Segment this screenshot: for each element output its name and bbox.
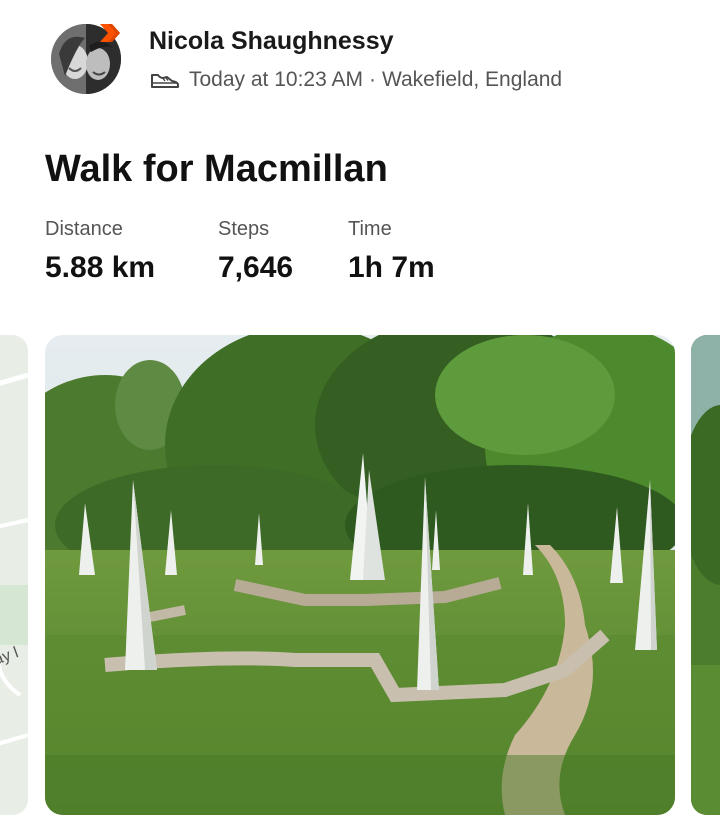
stat-value: 1h 7m xyxy=(348,251,435,284)
stat-value: 5.88 km xyxy=(45,251,156,284)
meta-separator: · xyxy=(368,68,376,91)
activity-meta: Today at 10:23 AM · Wakefield, England xyxy=(149,66,562,94)
athlete-name[interactable]: Nicola Shaughnessy xyxy=(149,27,394,56)
stat-time: Time 1h 7m xyxy=(348,218,435,285)
activity-title[interactable]: Walk for Macmillan xyxy=(45,148,388,191)
activity-location: Wakefield, England xyxy=(381,68,563,91)
media-carousel[interactable]: ay l xyxy=(0,335,720,815)
stat-label: Steps xyxy=(218,218,270,240)
activity-header: Nicola Shaughnessy Today at 10:23 AM · W… xyxy=(0,0,720,120)
activity-time: Today at 10:23 AM xyxy=(189,68,363,91)
route-map-thumbnail[interactable]: ay l xyxy=(0,335,28,815)
subscriber-badge-icon xyxy=(98,20,124,46)
next-photo-thumbnail[interactable] xyxy=(691,335,720,815)
stat-value: 7,646 xyxy=(218,251,294,284)
stat-steps: Steps 7,646 xyxy=(218,218,293,285)
stat-label: Distance xyxy=(45,218,123,240)
shoe-icon xyxy=(149,69,181,91)
activity-photo[interactable] xyxy=(45,335,675,815)
stat-distance: Distance 5.88 km xyxy=(45,218,155,285)
stat-label: Time xyxy=(348,218,392,240)
